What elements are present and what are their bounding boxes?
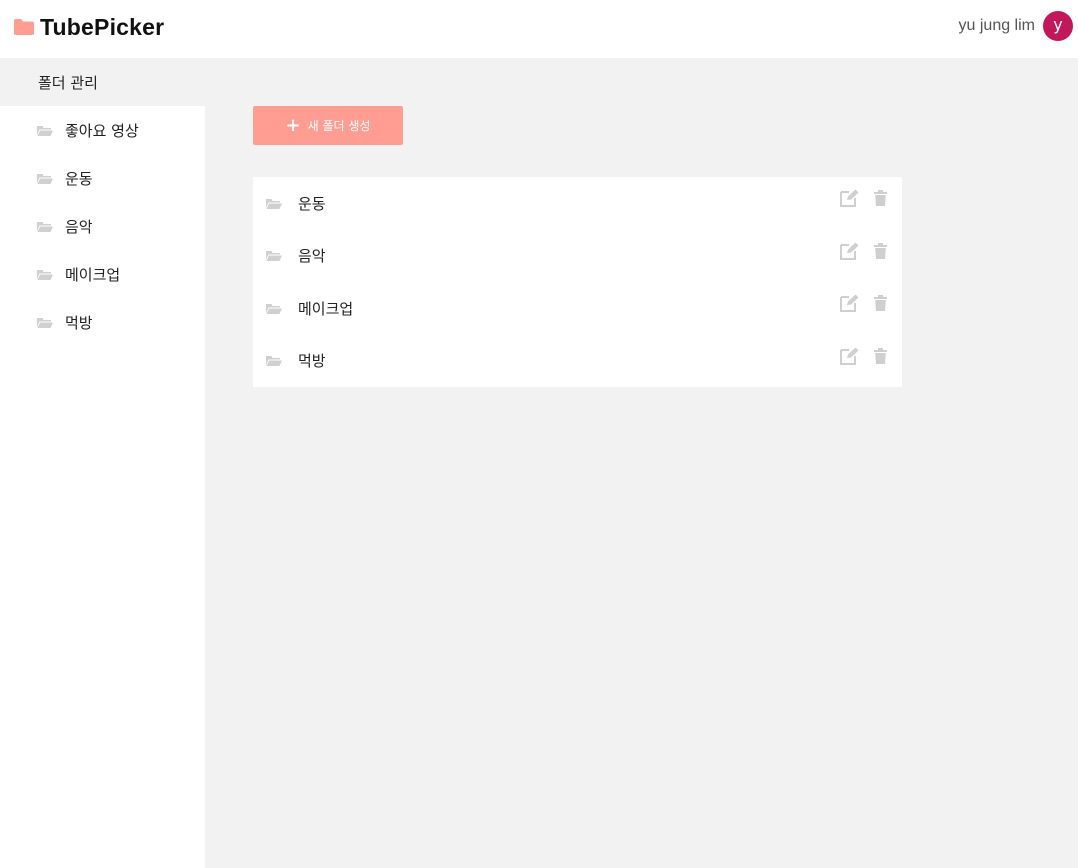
row-actions: [839, 347, 887, 365]
sidebar-item-mukbang[interactable]: 먹방: [0, 298, 205, 346]
app-header: TubePicker yu jung lim y: [0, 0, 1078, 58]
folder-row-music[interactable]: 음악: [253, 230, 902, 283]
row-actions: [839, 189, 887, 207]
main-content: + 새 폴더 생성 운동 음악 메이크업 먹방: [205, 58, 1078, 868]
trash-icon[interactable]: [874, 347, 887, 364]
trash-icon[interactable]: [874, 295, 887, 311]
user-menu[interactable]: yu jung lim y: [959, 11, 1073, 41]
trash-icon[interactable]: [874, 190, 887, 206]
folder-list: 운동 음악 메이크업 먹방: [253, 177, 902, 387]
sidebar-item-label: 먹방: [65, 313, 93, 332]
folder-icon: [14, 19, 34, 35]
sidebar-heading-folder-management[interactable]: 폴더 관리: [0, 58, 205, 106]
folder-open-icon: [37, 221, 53, 232]
sidebar-item-music[interactable]: 음악: [0, 202, 205, 250]
folder-open-icon: [266, 198, 282, 209]
row-actions: [839, 294, 887, 312]
sidebar-item-label: 음악: [65, 217, 93, 236]
edit-icon[interactable]: [839, 189, 859, 207]
edit-icon[interactable]: [839, 294, 859, 312]
sidebar-item-label: 메이크업: [65, 265, 121, 284]
sidebar-item-label: 좋아요 영상: [65, 121, 139, 140]
edit-icon[interactable]: [839, 242, 859, 260]
plus-icon: +: [285, 114, 301, 136]
folder-open-icon: [37, 125, 53, 136]
folder-name: 운동: [298, 194, 326, 213]
folder-open-icon: [266, 356, 282, 367]
folder-name: 메이크업: [298, 299, 354, 318]
sidebar-item-makeup[interactable]: 메이크업: [0, 250, 205, 298]
new-folder-label: 새 폴더 생성: [307, 119, 371, 133]
sidebar-item-label: 운동: [65, 169, 93, 188]
folder-row-exercise[interactable]: 운동: [253, 177, 902, 230]
sidebar-item-exercise[interactable]: 운동: [0, 154, 205, 202]
folder-name: 음악: [298, 247, 326, 266]
folder-row-makeup[interactable]: 메이크업: [253, 282, 902, 335]
app-logo[interactable]: TubePicker: [13, 13, 164, 41]
user-name: yu jung lim: [958, 17, 1035, 34]
folder-open-icon: [37, 269, 53, 280]
folder-name: 먹방: [298, 352, 326, 371]
folder-open-icon: [266, 251, 282, 262]
new-folder-button[interactable]: + 새 폴더 생성: [253, 106, 403, 145]
folder-open-icon: [37, 317, 53, 328]
avatar[interactable]: y: [1043, 11, 1073, 41]
folder-open-icon: [37, 173, 53, 184]
trash-icon[interactable]: [874, 242, 887, 259]
sidebar-item-liked-videos[interactable]: 좋아요 영상: [0, 106, 205, 154]
sidebar: 폴더 관리 좋아요 영상 운동 음악 메이크업 먹방: [0, 58, 205, 868]
row-actions: [839, 242, 887, 260]
folder-row-mukbang[interactable]: 먹방: [253, 335, 902, 388]
edit-icon[interactable]: [839, 347, 859, 365]
folder-open-icon: [266, 303, 282, 314]
app-title: TubePicker: [40, 13, 165, 40]
